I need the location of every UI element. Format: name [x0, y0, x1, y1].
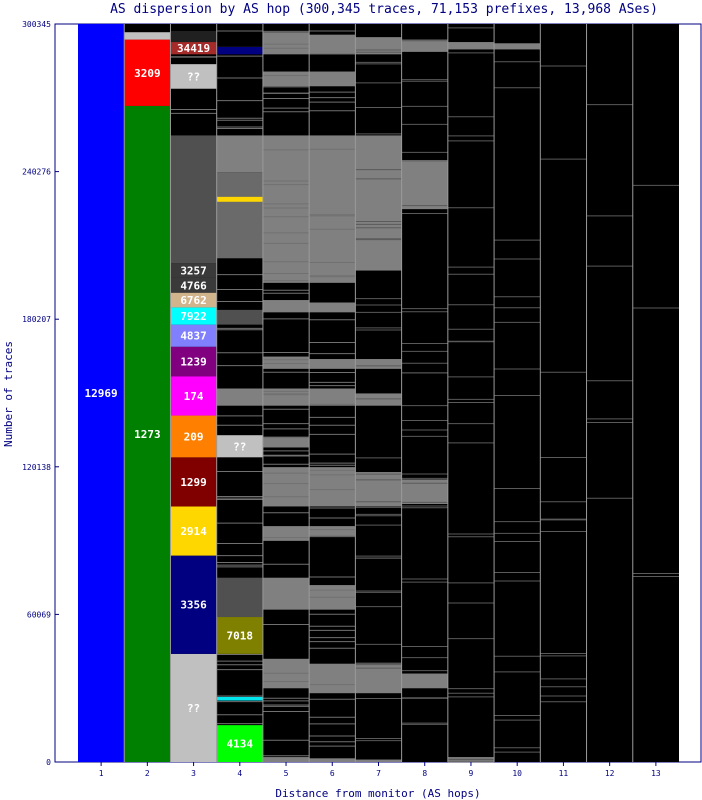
- segment-label: 12969: [85, 387, 118, 400]
- x-tick-label: 13: [651, 769, 661, 778]
- segment-hop3-19: [170, 30, 217, 43]
- segment-hop4-29: [216, 135, 263, 173]
- gray-block-9: [262, 135, 310, 283]
- segment-label: 2914: [180, 525, 207, 538]
- x-tick-label: 11: [559, 769, 569, 778]
- segment-label: 7922: [180, 310, 207, 323]
- x-tick-label: 1: [99, 769, 104, 778]
- segment-label: 1239: [180, 355, 207, 368]
- gray-block-17: [309, 388, 356, 406]
- x-tick-label: 6: [330, 769, 335, 778]
- gray-block-36: [494, 43, 541, 50]
- chart: AS dispersion by AS hop (300,345 traces,…: [2, 2, 702, 800]
- segment-label: 3356: [180, 599, 207, 612]
- y-tick-label: 180207: [22, 315, 51, 324]
- segment-hop4-25: [216, 388, 263, 406]
- gray-block-2: [262, 577, 310, 610]
- segment-hop4-26: [216, 309, 263, 325]
- y-tick-label: 300345: [22, 20, 51, 29]
- segment-label: 4837: [180, 330, 207, 343]
- segment-hop3-16: [170, 135, 217, 264]
- gray-block-32: [401, 159, 448, 210]
- y-axis-label: Number of traces: [2, 341, 15, 447]
- segment-label: 3257: [180, 265, 207, 278]
- gray-block-7: [262, 356, 310, 369]
- x-tick-label: 8: [422, 769, 427, 778]
- x-tick-label: 12: [605, 769, 615, 778]
- gray-block-22: [309, 34, 356, 55]
- gray-block-5: [262, 437, 310, 448]
- segment-hop4-30: [216, 46, 263, 55]
- segment-label: ??: [187, 70, 200, 83]
- gray-block-10: [262, 71, 310, 87]
- segment-label: 4766: [180, 279, 207, 292]
- gray-block-23: [355, 759, 402, 762]
- segment-label: 174: [184, 390, 204, 403]
- x-tick-label: 10: [512, 769, 522, 778]
- gray-block-3: [262, 526, 310, 541]
- x-tick-label: 2: [145, 769, 150, 778]
- x-tick-label: 3: [191, 769, 196, 778]
- gray-block-35: [447, 42, 495, 50]
- segment-label: 34419: [177, 42, 210, 55]
- segment-label: ??: [233, 440, 246, 453]
- gray-block-21: [309, 71, 356, 87]
- y-tick-label: 120138: [22, 463, 51, 472]
- gray-block-29: [355, 37, 402, 55]
- gray-block-30: [401, 673, 448, 689]
- segment-label: 1273: [134, 428, 161, 441]
- gray-block-27: [355, 359, 402, 369]
- segment-hop4-27: [216, 172, 263, 259]
- gray-block-12: [309, 758, 356, 762]
- gray-block-28: [355, 135, 402, 271]
- gray-block-26: [355, 393, 402, 406]
- x-tick-label: 5: [284, 769, 289, 778]
- segment-label: 1299: [180, 476, 207, 489]
- segment-label: 3209: [134, 67, 161, 80]
- segment-hop4-23: [216, 577, 263, 618]
- gray-block-8: [262, 300, 310, 313]
- segment-hop4-21: [216, 696, 263, 701]
- gray-block-33: [401, 39, 448, 52]
- gray-block-16: [309, 467, 356, 507]
- gray-block-13: [309, 663, 356, 694]
- gray-block-15: [309, 526, 356, 536]
- segment-label: 6762: [180, 294, 207, 307]
- gray-block-20: [309, 135, 356, 283]
- x-axis-label: Distance from monitor (AS hops): [275, 787, 480, 800]
- gray-block-0: [262, 757, 310, 762]
- chart-title: AS dispersion by AS hop (300,345 traces,…: [110, 2, 658, 17]
- y-tick-label: 240276: [22, 168, 51, 177]
- gray-block-19: [309, 302, 356, 313]
- x-tick-label: 7: [376, 769, 381, 778]
- segment-label: ??: [187, 702, 200, 715]
- segment-hop2-3: [124, 32, 171, 40]
- y-tick-label: 0: [46, 758, 51, 767]
- gray-block-11: [262, 32, 310, 55]
- x-tick-label: 4: [237, 769, 242, 778]
- segment-label: 4134: [227, 738, 254, 751]
- segment-hop4-28: [216, 196, 263, 202]
- gray-block-18: [309, 359, 356, 369]
- segment-label: 7018: [227, 629, 254, 642]
- y-tick-label: 60069: [27, 610, 51, 619]
- segment-label: 209: [184, 430, 204, 443]
- x-tick-label: 9: [469, 769, 474, 778]
